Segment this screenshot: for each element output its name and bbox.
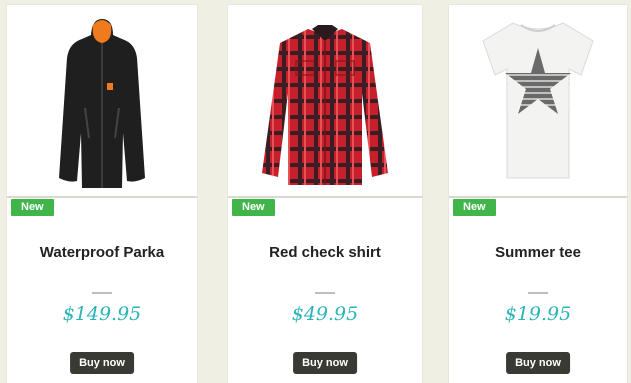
product-title[interactable]: Red check shirt [228,244,422,261]
new-badge: New [232,199,275,216]
product-card[interactable]: New Summer tee $19.95 Buy now [449,5,627,383]
new-badge: New [11,199,54,216]
product-image[interactable] [449,5,627,198]
product-image[interactable] [228,5,422,198]
product-price: $19.95 [504,303,572,325]
tshirt-image [482,22,594,179]
check-shirt-image [262,25,388,185]
divider [92,292,112,294]
product-card[interactable]: New Red check shirt $49.95 Buy now [228,5,422,383]
divider [528,292,548,294]
product-title[interactable]: Waterproof Parka [7,244,197,261]
buy-now-button[interactable]: Buy now [293,352,357,374]
product-grid: New Waterproof Parka $149.95 Buy now New… [7,5,627,383]
buy-now-button[interactable]: Buy now [506,352,570,374]
buy-now-button[interactable]: Buy now [70,352,134,374]
new-badge: New [453,199,496,216]
product-title[interactable]: Summer tee [449,244,627,261]
product-price: $49.95 [291,303,359,325]
product-price: $149.95 [62,303,142,325]
divider [315,292,335,294]
parka-jacket-image [59,19,145,188]
product-card[interactable]: New Waterproof Parka $149.95 Buy now [7,5,197,383]
product-image[interactable] [7,5,197,198]
